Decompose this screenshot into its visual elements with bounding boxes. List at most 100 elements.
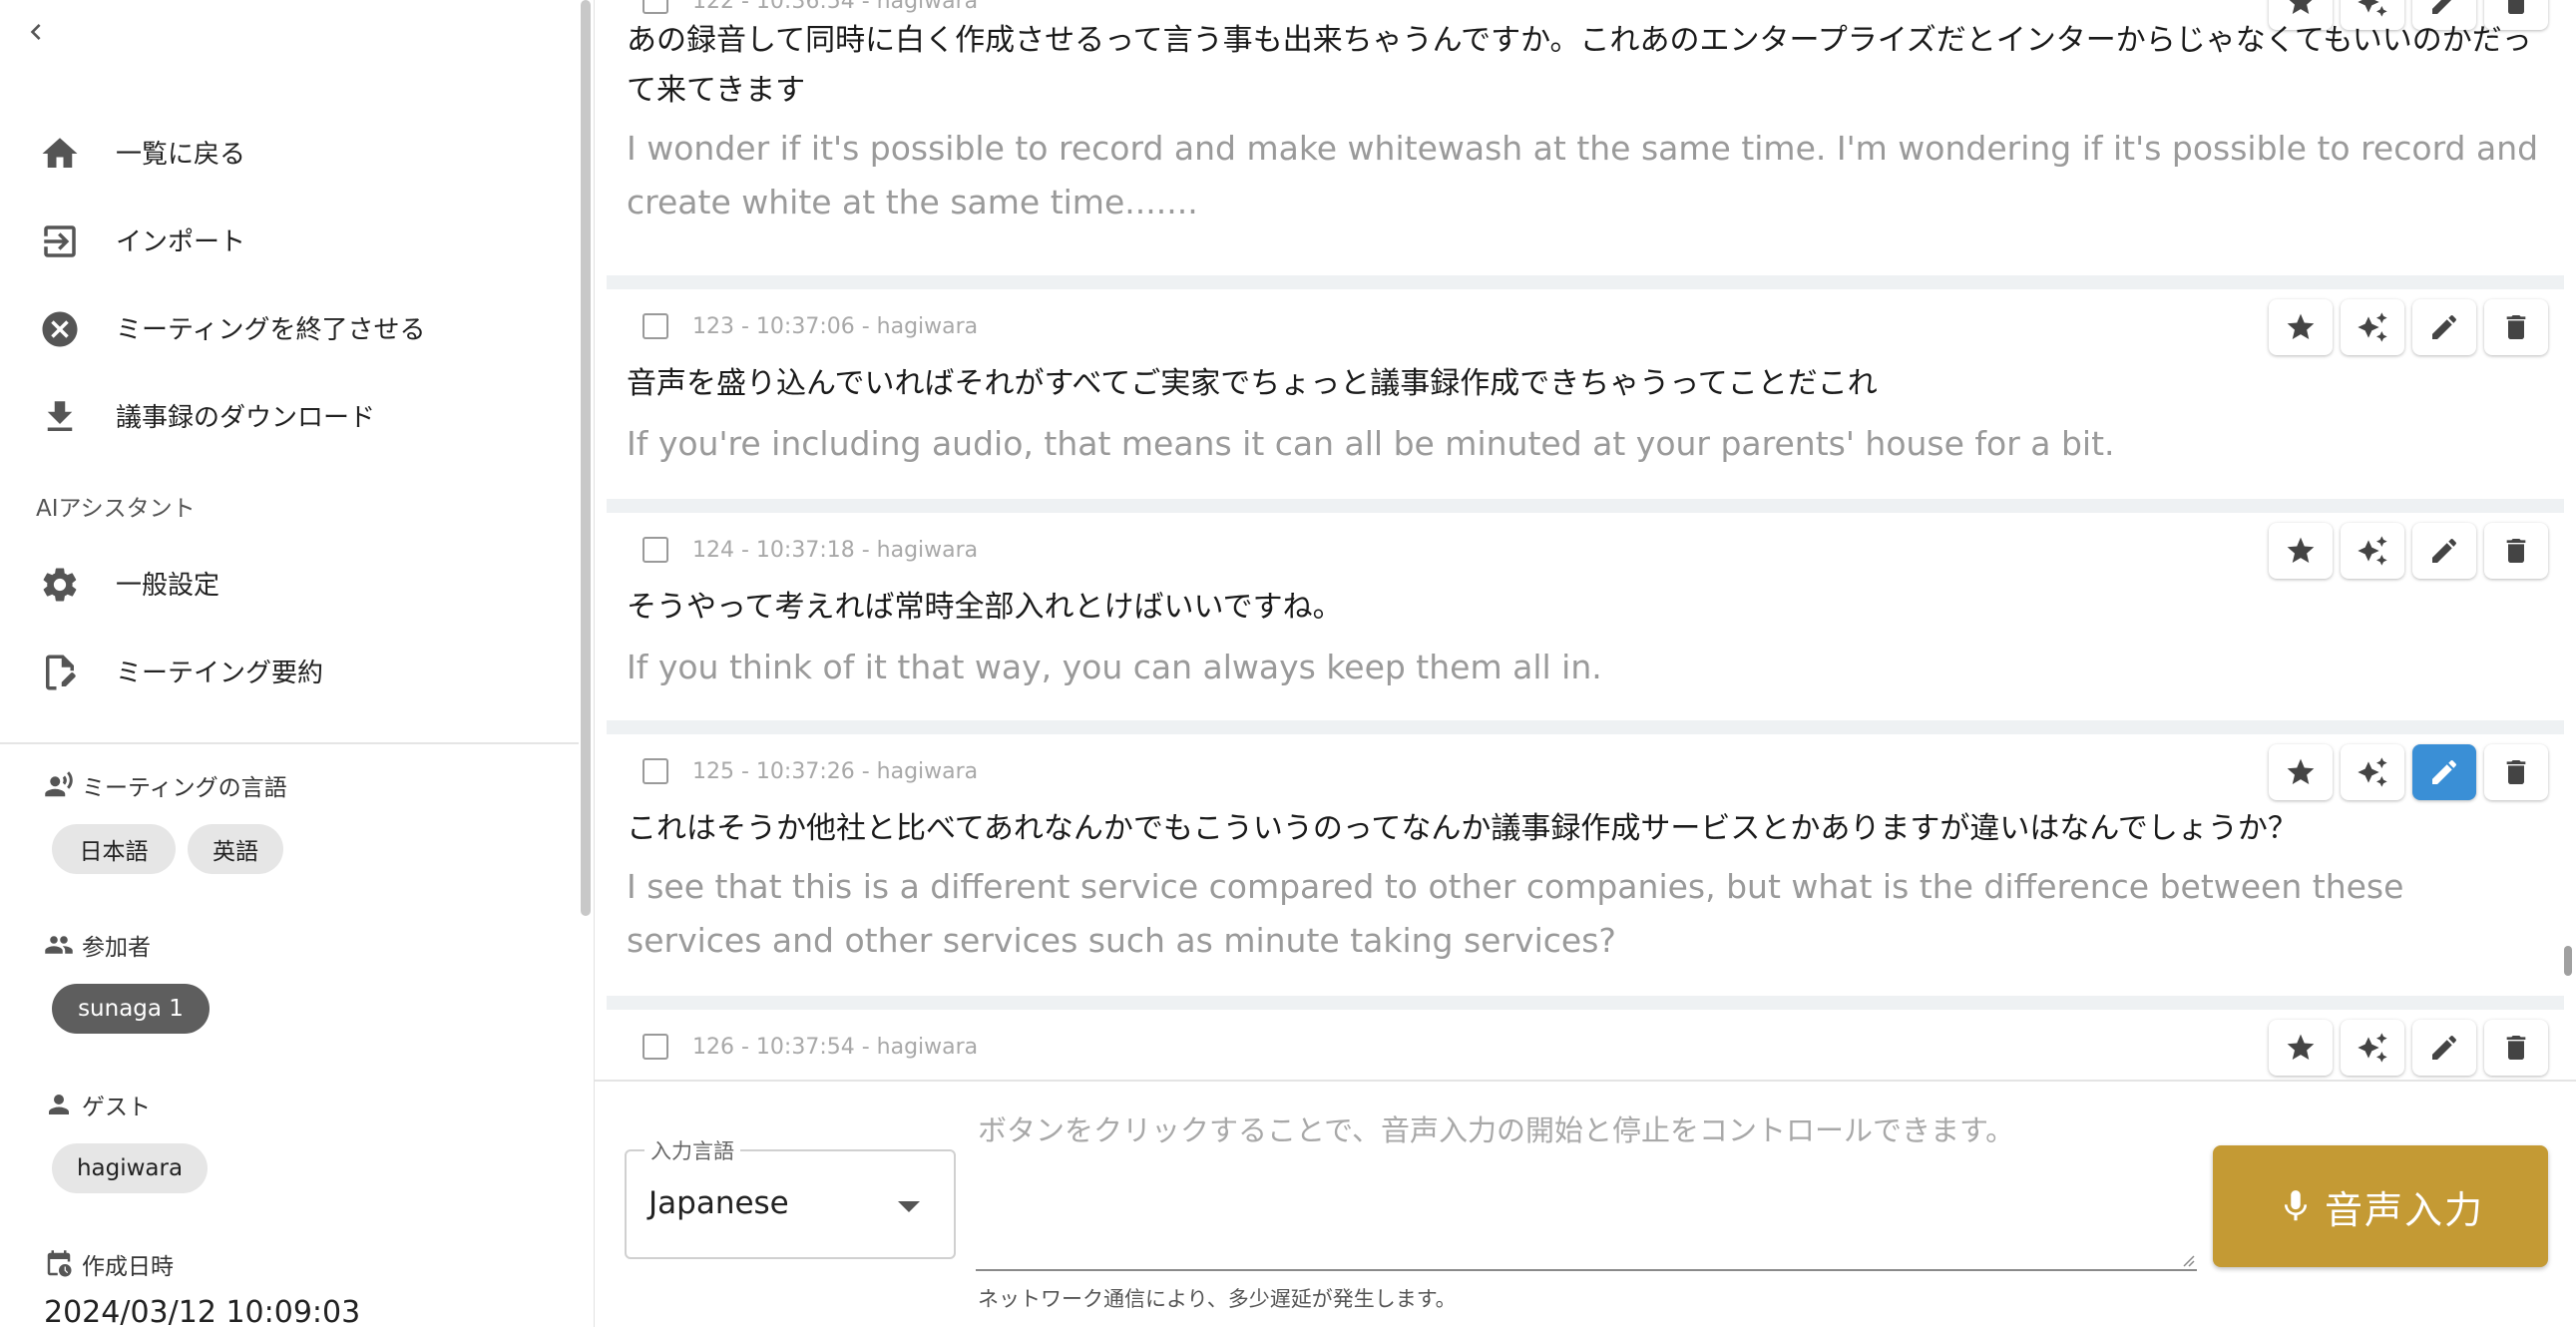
main-panel: 122 - 10:36:54 - hagiwara あの録音して同時に白く作成さ… xyxy=(595,0,2576,1327)
person-icon xyxy=(49,1095,69,1114)
latency-helper-text: ネットワーク通信により、多少遅延が発生します。 xyxy=(978,1287,1457,1311)
trash-icon xyxy=(2506,1036,2526,1060)
edit-button[interactable] xyxy=(2412,523,2476,579)
entry-meta: 122 - 10:36:54 - hagiwara xyxy=(643,0,978,14)
gear-icon xyxy=(38,563,82,607)
entry-separator xyxy=(607,275,2564,289)
entry-japanese-text: 音声を盛り込んでいればそれがすべてご実家でちょっと議事録作成できちゃうってことだ… xyxy=(627,366,1878,401)
entry-meta: 126 - 10:37:54 - hagiwara xyxy=(643,1034,978,1060)
delete-button[interactable] xyxy=(2484,299,2548,355)
favorite-button[interactable] xyxy=(2269,523,2333,579)
entry-english-text: I wonder if it's possible to record and … xyxy=(627,129,2539,221)
people-icon xyxy=(45,936,73,954)
nav-end-meeting[interactable]: ミーティングを終了させる xyxy=(0,291,579,363)
ai-section-title: AIアシスタント xyxy=(36,496,196,522)
sparkle-icon xyxy=(2358,1033,2387,1063)
favorite-button[interactable] xyxy=(2269,299,2333,355)
created-datetime: 2024/03/12 10:09:03 xyxy=(44,1295,361,1327)
entry-actions xyxy=(2261,523,2548,579)
entry-meta: 124 - 10:37:18 - hagiwara xyxy=(643,537,978,563)
voice-input-bar: 入力言語 Japanese ネットワーク通信により、多少遅延が発生します。 音声… xyxy=(595,1080,2576,1327)
nav-label: ミーティングを終了させる xyxy=(116,315,426,345)
sparkle-icon xyxy=(2358,312,2387,342)
delete-button[interactable] xyxy=(2484,744,2548,800)
import-icon xyxy=(38,220,82,263)
nav-meeting-summary[interactable]: ミーテイング要約 xyxy=(0,635,579,706)
resize-grip-icon[interactable] xyxy=(2179,1251,2195,1267)
nav-import[interactable]: インポート xyxy=(0,204,579,275)
ai-assist-button[interactable] xyxy=(2341,744,2404,800)
nav-back-to-list[interactable]: 一覧に戻る xyxy=(0,116,579,188)
transcript-entry: 124 - 10:37:18 - hagiwara そうやって考えれば常時全部入… xyxy=(607,513,2564,722)
created-heading: 作成日時 xyxy=(44,1247,174,1281)
input-language-select[interactable]: 入力言語 Japanese xyxy=(625,1135,956,1259)
created-title: 作成日時 xyxy=(82,1254,174,1280)
nav-label: 議事録のダウンロード xyxy=(116,403,376,433)
favorite-button[interactable] xyxy=(2269,1020,2333,1076)
meeting-language-title: ミーティングの言語 xyxy=(82,775,287,801)
language-chip-english[interactable]: 英語 xyxy=(188,824,283,874)
ai-assist-button[interactable] xyxy=(2341,299,2404,355)
entry-checkbox[interactable] xyxy=(643,1034,668,1060)
star-icon xyxy=(2287,758,2315,784)
star-icon xyxy=(2287,537,2315,563)
participants-heading: 参加者 xyxy=(44,928,151,962)
delete-button[interactable] xyxy=(2484,1020,2548,1076)
star-icon xyxy=(2287,1034,2315,1060)
entry-meta-text: 123 - 10:37:06 - hagiwara xyxy=(692,313,979,339)
voice-input-button[interactable]: 音声入力 xyxy=(2213,1145,2548,1267)
sidebar-divider xyxy=(0,742,579,744)
sparkle-icon xyxy=(2358,536,2387,566)
voice-input-button-label: 音声入力 xyxy=(2324,1187,2484,1232)
edit-button[interactable] xyxy=(2412,299,2476,355)
nav-label: 一覧に戻る xyxy=(116,140,246,170)
transcript-entry: 122 - 10:36:54 - hagiwara あの録音して同時に白く作成さ… xyxy=(607,0,2564,279)
caret-down-icon xyxy=(898,1201,920,1212)
entry-japanese-text: あの録音して同時に白く作成させるって言う事も出来ちゃうんですか。これあのエンター… xyxy=(627,23,2532,108)
edit-document-icon xyxy=(38,651,82,694)
voice-transcript-textarea[interactable] xyxy=(976,1102,2197,1271)
pencil-icon xyxy=(2432,539,2456,563)
close-circle-icon xyxy=(38,307,82,351)
sparkle-icon xyxy=(2358,757,2387,787)
entry-meta-text: 125 - 10:37:26 - hagiwara xyxy=(692,758,979,784)
entry-meta: 123 - 10:37:06 - hagiwara xyxy=(643,313,978,339)
entry-checkbox[interactable] xyxy=(643,537,668,563)
pencil-icon xyxy=(2432,1036,2456,1060)
favorite-button[interactable] xyxy=(2269,744,2333,800)
guest-heading: ゲスト xyxy=(44,1088,151,1121)
transcript-entry: 123 - 10:37:06 - hagiwara 音声を盛り込んでいればそれが… xyxy=(607,289,2564,499)
sidebar: 一覧に戻る インポート ミーティングを終了させる 議事録のダウンロード AIアシ… xyxy=(0,0,595,1327)
delete-button[interactable] xyxy=(2484,523,2548,579)
edit-button-active[interactable] xyxy=(2412,744,2476,800)
back-button[interactable] xyxy=(20,14,60,54)
entry-japanese-text: これはそうか他社と比べてあれなんかでもこういうのってなんか議事録作成サービスとか… xyxy=(627,811,2298,846)
entry-checkbox[interactable] xyxy=(643,758,668,784)
edit-button[interactable] xyxy=(2412,1020,2476,1076)
guest-chip[interactable]: hagiwara xyxy=(52,1143,208,1193)
language-chip-japanese[interactable]: 日本語 xyxy=(52,824,176,874)
participants-title: 参加者 xyxy=(82,935,151,961)
star-icon xyxy=(2287,313,2315,339)
entry-english-text: If you think of it that way, you can alw… xyxy=(627,648,1602,686)
trash-icon xyxy=(2506,539,2526,563)
sidebar-scrollbar[interactable] xyxy=(581,0,591,916)
nav-download-minutes[interactable]: 議事録のダウンロード xyxy=(0,379,579,451)
entry-english-text: If you're including audio, that means it… xyxy=(627,424,2115,463)
home-icon xyxy=(38,132,82,176)
meeting-language-heading: ミーティングの言語 xyxy=(44,768,287,802)
entry-separator xyxy=(607,720,2564,734)
chevron-left-icon xyxy=(30,24,41,40)
entry-meta: 125 - 10:37:26 - hagiwara xyxy=(643,758,978,784)
entry-separator xyxy=(607,996,2564,1010)
download-icon xyxy=(38,395,82,439)
entry-checkbox[interactable] xyxy=(643,313,668,339)
entry-actions xyxy=(2261,299,2548,355)
ai-assist-button[interactable] xyxy=(2341,1020,2404,1076)
participant-chip[interactable]: sunaga 1 xyxy=(52,984,210,1034)
nav-general-settings[interactable]: 一般設定 xyxy=(0,547,579,619)
transcript-scrollbar[interactable] xyxy=(2564,946,2572,976)
ai-assist-button[interactable] xyxy=(2341,523,2404,579)
transcript-entry: 126 - 10:37:54 - hagiwara xyxy=(607,1010,2564,1080)
entry-checkbox[interactable] xyxy=(643,0,668,14)
